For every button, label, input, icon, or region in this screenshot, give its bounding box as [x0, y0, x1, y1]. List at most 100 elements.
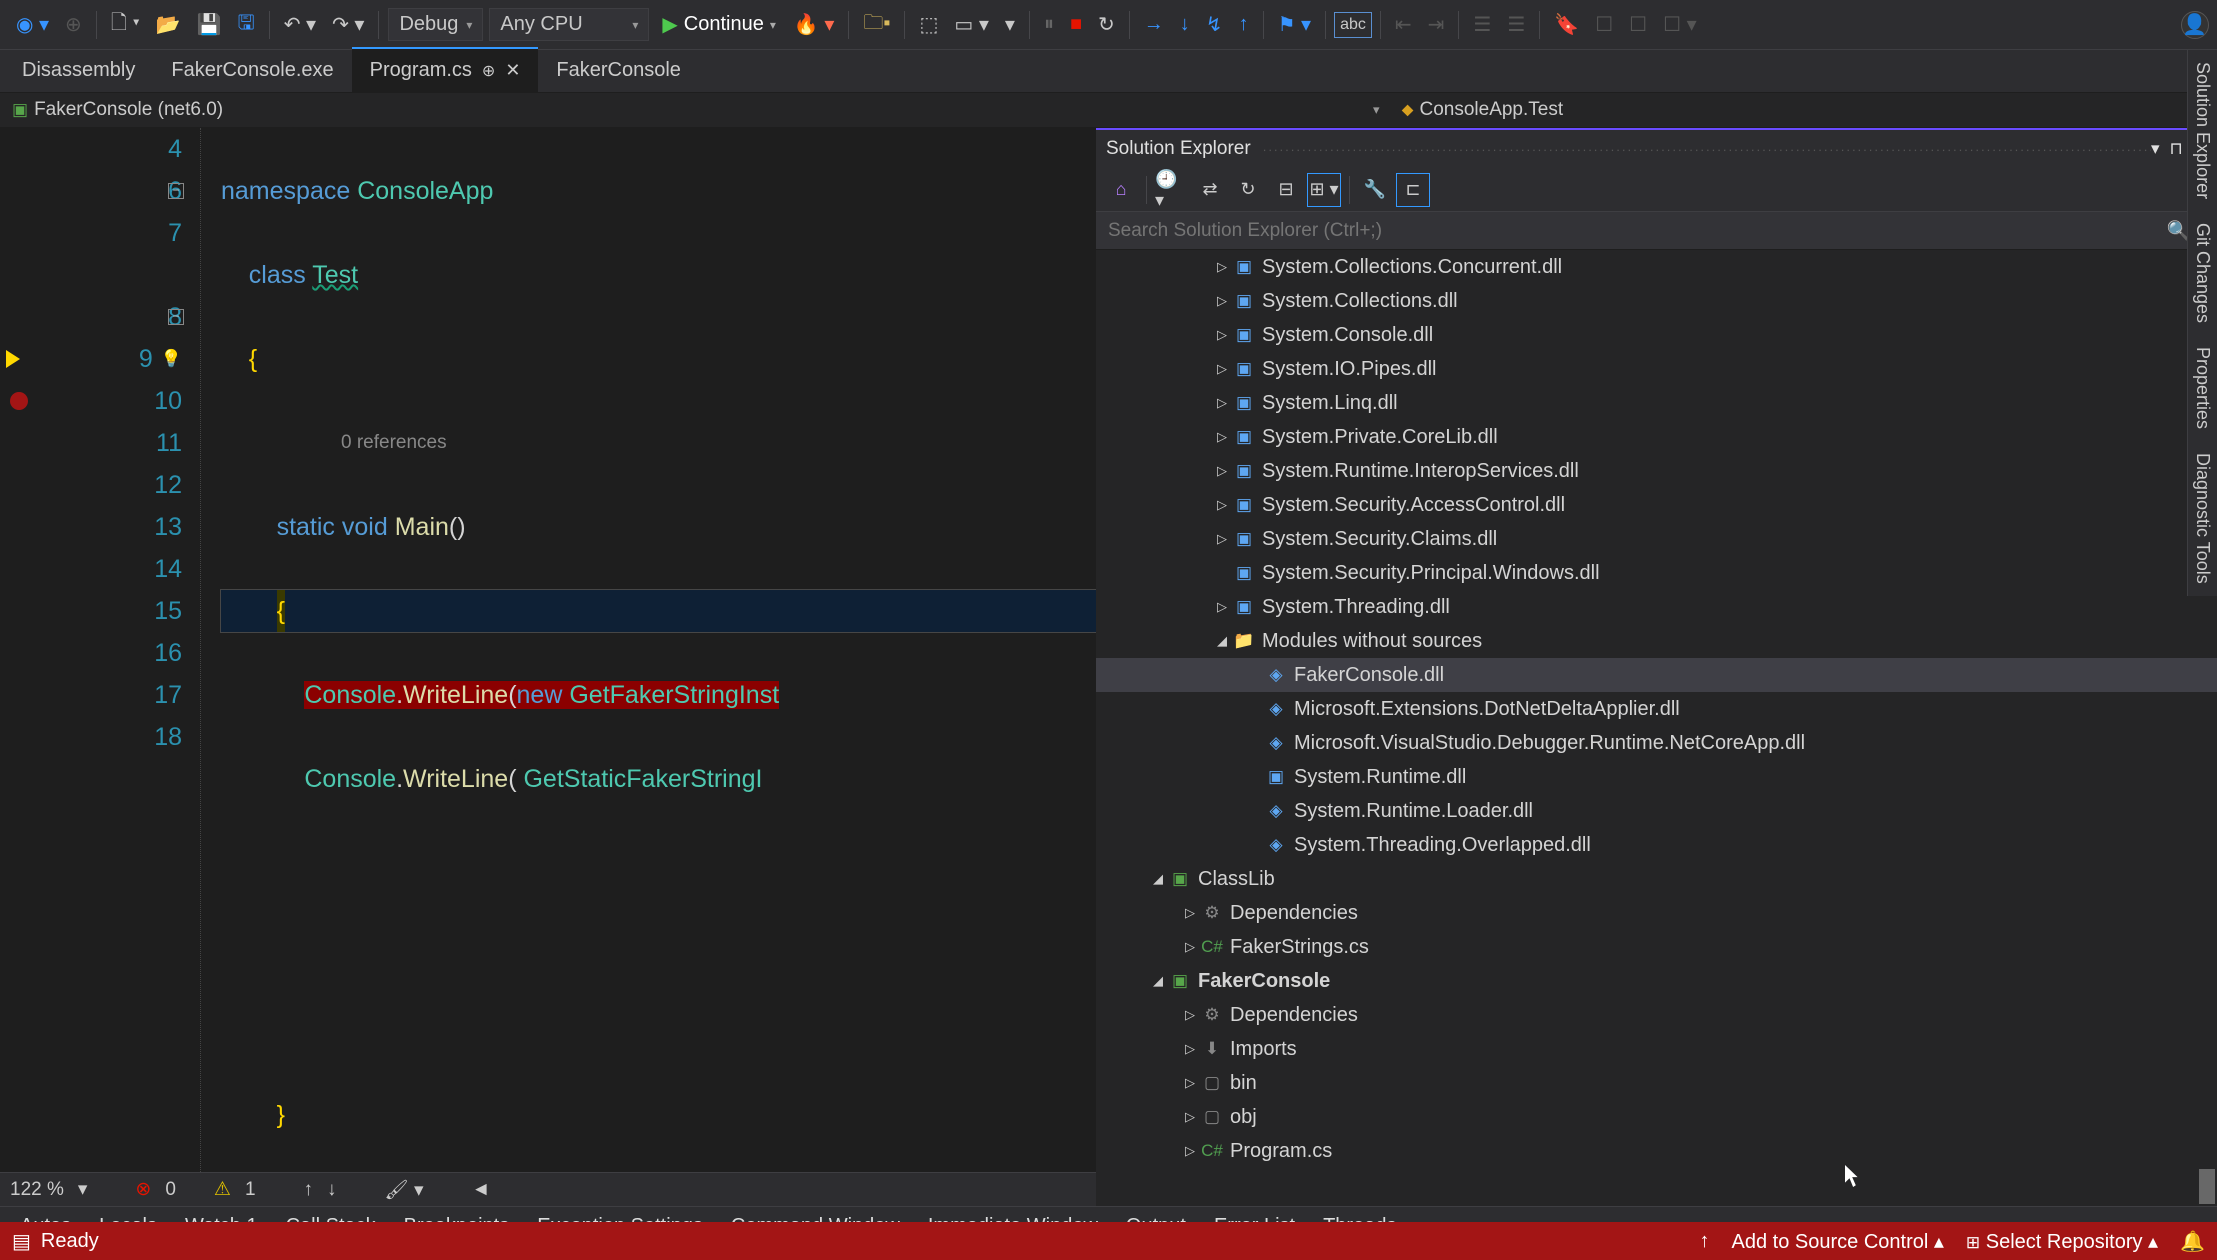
- tab-disassembly[interactable]: Disassembly: [4, 49, 153, 92]
- tree-item[interactable]: ▷⬇Imports: [1096, 1032, 2217, 1066]
- user-avatar[interactable]: 👤: [2181, 11, 2209, 39]
- side-diagnostic[interactable]: Diagnostic Tools: [2188, 441, 2217, 596]
- list1-button[interactable]: ☰: [1467, 8, 1497, 41]
- tree-item[interactable]: ▷C#Program.cs: [1096, 1134, 2217, 1168]
- undo-button[interactable]: ↶ ▾: [278, 8, 322, 41]
- fold-toggle[interactable]: −: [168, 309, 184, 325]
- layout1-button[interactable]: ⬚: [913, 8, 944, 41]
- tree-expand-icon[interactable]: ▷: [1180, 1007, 1200, 1023]
- sx-properties-button[interactable]: 🔧: [1358, 173, 1392, 207]
- tree-item[interactable]: ▣System.Runtime.dll: [1096, 760, 2217, 794]
- indent-button[interactable]: ⇤: [1389, 8, 1418, 41]
- step-into-button[interactable]: ↓: [1174, 9, 1196, 40]
- redo-button[interactable]: ↷ ▾: [326, 8, 370, 41]
- open-button[interactable]: 📂: [150, 8, 187, 41]
- notification-bell-icon[interactable]: 🔔: [2180, 1229, 2205, 1254]
- nav-back-button[interactable]: ◉ ▾: [10, 8, 55, 41]
- tree-expand-icon[interactable]: ◢: [1212, 633, 1232, 649]
- tree-item[interactable]: ▷▢obj: [1096, 1100, 2217, 1134]
- tree-expand-icon[interactable]: ▷: [1212, 463, 1232, 479]
- nav-down-button[interactable]: ↓: [327, 1179, 337, 1201]
- tree-expand-icon[interactable]: ▷: [1212, 361, 1232, 377]
- tree-item[interactable]: ▷⚙Dependencies: [1096, 998, 2217, 1032]
- tree-item[interactable]: ▷▣System.Runtime.InteropServices.dll: [1096, 454, 2217, 488]
- tree-item[interactable]: ◢📁Modules without sources: [1096, 624, 2217, 658]
- tree-expand-icon[interactable]: ◢: [1148, 871, 1168, 887]
- tab-program-cs[interactable]: Program.cs⊕✕: [352, 47, 539, 92]
- breakpoint-icon[interactable]: [10, 392, 28, 410]
- tree-item[interactable]: ▷▣System.Collections.dll: [1096, 284, 2217, 318]
- tree-item[interactable]: ▷▣System.IO.Pipes.dll: [1096, 352, 2217, 386]
- tree-expand-icon[interactable]: ▷: [1212, 531, 1232, 547]
- folder-button[interactable]: 🗀▪: [857, 4, 896, 46]
- pin-icon[interactable]: ⊕: [482, 61, 495, 81]
- solution-search[interactable]: 🔍 ▾: [1096, 212, 2217, 250]
- lightbulb-icon[interactable]: 💡: [161, 338, 182, 380]
- restart-button[interactable]: ↻: [1092, 8, 1121, 41]
- tree-item[interactable]: ▷▣System.Console.dll: [1096, 318, 2217, 352]
- sx-collapse-button[interactable]: ⊟: [1269, 173, 1303, 207]
- tree-expand-icon[interactable]: ▷: [1212, 429, 1232, 445]
- tree-expand-icon[interactable]: ▷: [1180, 1075, 1200, 1091]
- tree-item[interactable]: ▷▣System.Security.Claims.dll: [1096, 522, 2217, 556]
- tree-item[interactable]: ◢▣FakerConsole: [1096, 964, 2217, 998]
- layout3-button[interactable]: ▾: [999, 8, 1021, 41]
- tree-item[interactable]: ▷▣System.Collections.Concurrent.dll: [1096, 250, 2217, 284]
- sx-preview-button[interactable]: ⊏: [1396, 173, 1430, 207]
- type-context[interactable]: ⬥ConsoleApp.Test: [1390, 95, 2217, 125]
- config-combo[interactable]: Debug▾: [388, 8, 483, 41]
- tree-item[interactable]: ▷⚙Dependencies: [1096, 896, 2217, 930]
- fold-toggle[interactable]: −: [168, 183, 184, 199]
- code-lens[interactable]: 0 references: [221, 422, 1096, 464]
- tree-item[interactable]: ▷▢bin: [1096, 1066, 2217, 1100]
- tree-expand-icon[interactable]: ▷: [1180, 1109, 1200, 1125]
- project-context[interactable]: ▣FakerConsole (net6.0): [0, 95, 1363, 125]
- sx-showall-button[interactable]: ⊞ ▾: [1307, 173, 1341, 207]
- solution-tree[interactable]: ▷▣System.Collections.Concurrent.dll▷▣Sys…: [1096, 250, 2217, 1206]
- bookmark-button[interactable]: 🔖: [1548, 8, 1585, 41]
- window-menu-button[interactable]: ▾: [2151, 139, 2160, 159]
- tree-expand-icon[interactable]: ▷: [1212, 259, 1232, 275]
- continue-button[interactable]: ▶Continue▾: [652, 8, 785, 41]
- side-git-changes[interactable]: Git Changes: [2188, 211, 2217, 335]
- list2-button[interactable]: ☰: [1501, 8, 1531, 41]
- sx-refresh-button[interactable]: ↻: [1231, 173, 1265, 207]
- bm2-button[interactable]: ☐: [1589, 8, 1619, 41]
- zoom-level[interactable]: 122 %: [10, 1179, 64, 1201]
- tree-expand-icon[interactable]: ▷: [1180, 1041, 1200, 1057]
- tree-expand-icon[interactable]: ▷: [1212, 327, 1232, 343]
- stop-button[interactable]: ■: [1064, 9, 1088, 40]
- flag-button[interactable]: ⚑ ▾: [1272, 8, 1318, 41]
- new-item-button[interactable]: 🗋 ▾: [105, 4, 146, 46]
- pause-button[interactable]: ⏸: [1038, 9, 1060, 40]
- scroll-left-button[interactable]: ◄: [471, 1179, 490, 1201]
- step-up-button[interactable]: ↑: [1233, 9, 1255, 40]
- tree-expand-icon[interactable]: ▷: [1212, 395, 1232, 411]
- tree-item[interactable]: ▷▣System.Security.AccessControl.dll: [1096, 488, 2217, 522]
- tree-item[interactable]: ◈System.Runtime.Loader.dll: [1096, 794, 2217, 828]
- step-over-button[interactable]: →: [1138, 9, 1170, 40]
- tree-item[interactable]: ▷▣System.Private.CoreLib.dll: [1096, 420, 2217, 454]
- tab-fakerconsole-exe[interactable]: FakerConsole.exe: [153, 49, 351, 92]
- tree-expand-icon[interactable]: ▷: [1212, 293, 1232, 309]
- layout2-button[interactable]: ▭ ▾: [948, 8, 995, 41]
- outdent-button[interactable]: ⇥: [1422, 8, 1451, 41]
- window-pin-button[interactable]: ⊓: [2169, 139, 2182, 159]
- warning-icon[interactable]: ⚠: [214, 1178, 231, 1201]
- save-button[interactable]: 💾: [191, 8, 228, 41]
- tree-item[interactable]: ◢▣ClassLib: [1096, 862, 2217, 896]
- tree-expand-icon[interactable]: ▷: [1180, 939, 1200, 955]
- side-solution-explorer[interactable]: Solution Explorer: [2188, 50, 2217, 211]
- brush-button[interactable]: 🖌 ▾: [385, 1178, 424, 1202]
- repo-button[interactable]: ⊞ Select Repository ▴: [1966, 1229, 2158, 1254]
- bm4-button[interactable]: ☐ ▾: [1657, 8, 1703, 41]
- tree-item[interactable]: ◈FakerConsole.dll: [1096, 658, 2217, 692]
- intellisense-button[interactable]: abc: [1334, 12, 1372, 38]
- sx-sync-button[interactable]: ⇄: [1193, 173, 1227, 207]
- tree-expand-icon[interactable]: ▷: [1212, 497, 1232, 513]
- bm3-button[interactable]: ☐: [1623, 8, 1653, 41]
- search-input[interactable]: [1108, 220, 2167, 242]
- tree-expand-icon[interactable]: ▷: [1180, 1143, 1200, 1159]
- code-area[interactable]: namespace ConsoleApp class Test { 0 refe…: [200, 128, 1096, 1172]
- tree-item[interactable]: ◈Microsoft.Extensions.DotNetDeltaApplier…: [1096, 692, 2217, 726]
